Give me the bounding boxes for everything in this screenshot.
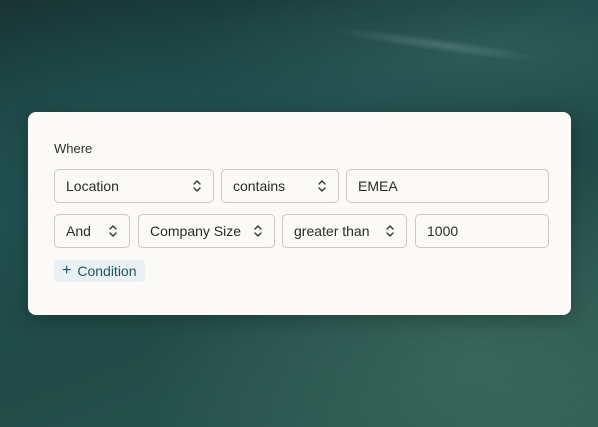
field-select-location[interactable]: Location: [54, 169, 214, 203]
field-select-label: Company Size: [150, 223, 242, 239]
chevron-up-down-icon: [109, 225, 117, 237]
value-input-text: EMEA: [358, 178, 398, 194]
operator-select-label: contains: [233, 178, 286, 194]
operator-select-label: greater than: [294, 223, 370, 239]
value-input-text: 1000: [427, 223, 459, 239]
plus-icon: +: [62, 262, 72, 279]
chevron-up-down-icon: [386, 225, 394, 237]
field-select-label: Location: [66, 178, 119, 194]
conjunction-select-and[interactable]: And: [54, 214, 130, 248]
field-select-company-size[interactable]: Company Size: [138, 214, 275, 248]
value-input-1000[interactable]: 1000: [415, 214, 549, 248]
add-condition-label: Condition: [77, 263, 137, 279]
background-light-streak: [330, 22, 550, 68]
chevron-up-down-icon: [254, 225, 262, 237]
operator-select-greater-than[interactable]: greater than: [282, 214, 407, 248]
add-condition-button[interactable]: + Condition: [54, 260, 145, 282]
operator-select-contains[interactable]: contains: [221, 169, 339, 203]
value-input-emea[interactable]: EMEA: [346, 169, 549, 203]
filter-panel: Where Location contains EMEA And Company…: [28, 112, 571, 315]
chevron-up-down-icon: [193, 180, 201, 192]
where-label: Where: [54, 141, 93, 156]
chevron-up-down-icon: [318, 180, 326, 192]
conjunction-select-label: And: [66, 223, 91, 239]
